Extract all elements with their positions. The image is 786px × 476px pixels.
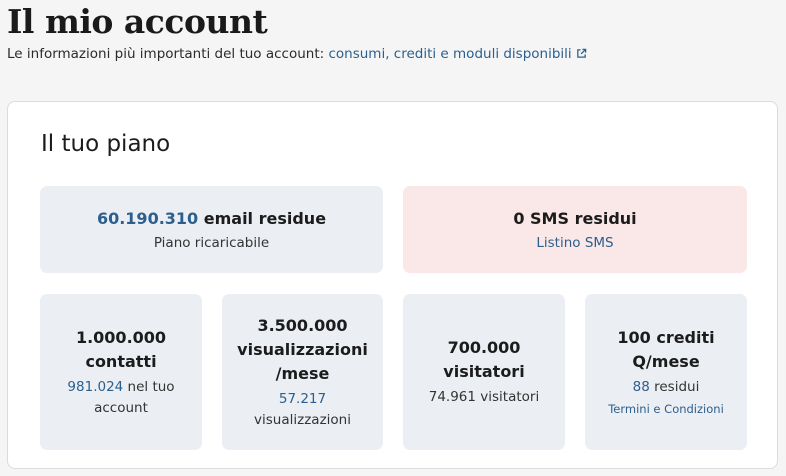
visitors-tile: 700.000 visitatori 74.961 visitatori bbox=[403, 294, 565, 450]
terms-link[interactable]: Termini e Condizioni bbox=[608, 400, 724, 418]
contacts-tile: 1.000.000 contatti 981.024 nel tuo accou… bbox=[40, 294, 202, 450]
visitors-label: visitatori bbox=[443, 362, 525, 381]
external-link-icon bbox=[576, 48, 586, 58]
email-credits: 60.190.310 email residue bbox=[97, 207, 326, 231]
usage-info-link[interactable]: consumi, crediti e moduli disponibili bbox=[328, 46, 586, 62]
contacts-used-value: 981.024 bbox=[67, 378, 124, 395]
sms-credits: 0 SMS residui bbox=[513, 209, 637, 228]
contacts-label: contatti bbox=[85, 351, 157, 371]
contacts-used: 981.024 nel tuo bbox=[67, 377, 174, 398]
usage-info-link-label: consumi, crediti e moduli disponibili bbox=[328, 46, 572, 62]
plan-title: Il tuo piano bbox=[41, 131, 171, 157]
page-title: Il mio account bbox=[7, 2, 268, 41]
views-used-value: 57.217 bbox=[279, 389, 326, 410]
email-credits-tile: 60.190.310 email residue Piano ricaricab… bbox=[40, 186, 383, 273]
contacts-used-suffix: nel tuo bbox=[123, 378, 175, 395]
credits-period: Q/mese bbox=[632, 352, 700, 371]
credits-tile: 100 crediti Q/mese 88 residui Termini e … bbox=[585, 294, 747, 450]
subtitle-text: Le informazioni più importanti del tuo a… bbox=[7, 46, 329, 62]
plan-type: Piano ricaricabile bbox=[153, 235, 270, 251]
views-used-label: visualizzazioni bbox=[254, 411, 351, 428]
contacts-limit: 1.000.000 bbox=[75, 327, 167, 347]
page-subtitle: Le informazioni più importanti del tuo a… bbox=[7, 45, 587, 63]
views-used-number: 57.217 bbox=[278, 390, 327, 407]
visitors-used: 74.961 visitatori bbox=[428, 389, 540, 405]
views-period: /mese bbox=[275, 363, 330, 383]
sms-pricing-link[interactable]: Listino SMS bbox=[536, 233, 613, 254]
credits-remaining-value: 88 bbox=[632, 379, 650, 395]
credits-remaining-suffix: residui bbox=[649, 379, 700, 395]
plan-card: Il tuo piano 60.190.310 email residue Pi… bbox=[7, 101, 778, 469]
email-credits-label: email residue bbox=[198, 209, 327, 228]
views-label: visualizzazioni bbox=[237, 339, 368, 359]
email-credits-value: 60.190.310 bbox=[96, 209, 199, 228]
contacts-used-line2: account bbox=[94, 399, 148, 416]
credits-remaining: 88 residui bbox=[633, 377, 700, 398]
visitors-limit: 700.000 bbox=[447, 338, 521, 357]
views-tile: 3.500.000 visualizzazioni /mese 57.217 v… bbox=[222, 294, 383, 450]
sms-credits-tile: 0 SMS residui Listino SMS bbox=[403, 186, 747, 273]
credits-limit: 100 crediti bbox=[617, 328, 715, 347]
views-limit: 3.500.000 bbox=[257, 315, 348, 335]
